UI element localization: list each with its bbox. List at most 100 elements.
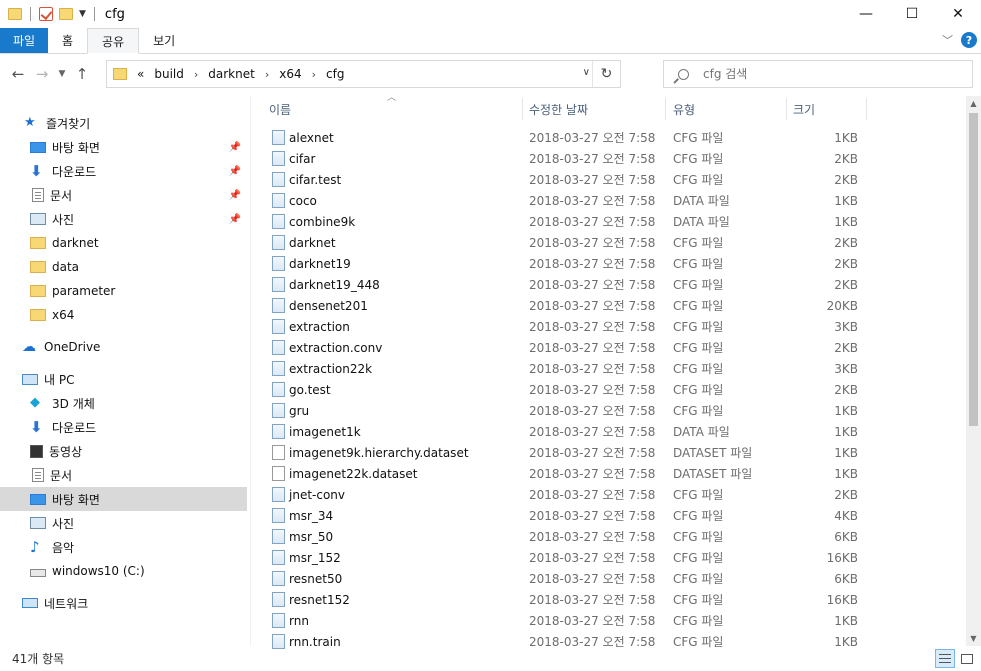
column-header-name[interactable]: 이름 xyxy=(269,96,291,122)
column-separator[interactable] xyxy=(522,98,523,120)
file-row[interactable]: jnet-conv 2018-03-27 오전 7:58 CFG 파일 2KB xyxy=(262,484,962,505)
file-row[interactable]: alexnet 2018-03-27 오전 7:58 CFG 파일 1KB xyxy=(262,127,962,148)
column-header-modified[interactable]: 수정한 날짜 xyxy=(529,96,588,122)
nav-item-downloads[interactable]: ⬇ 다운로드 xyxy=(0,415,247,439)
tab-share[interactable]: 공유 xyxy=(87,28,140,54)
vertical-scrollbar[interactable]: ▲ ▼ xyxy=(966,96,981,646)
scrollbar-thumb[interactable] xyxy=(969,113,978,426)
nav-item-drive-c[interactable]: windows10 (C:) xyxy=(0,559,247,583)
file-row[interactable]: combine9k 2018-03-27 오전 7:58 DATA 파일 1KB xyxy=(262,211,962,232)
nav-item-documents[interactable]: 문서 xyxy=(0,463,247,487)
file-row[interactable]: msr_34 2018-03-27 오전 7:58 CFG 파일 4KB xyxy=(262,505,962,526)
nav-network[interactable]: 네트워크 xyxy=(0,591,247,615)
file-row[interactable]: cifar.test 2018-03-27 오전 7:58 CFG 파일 2KB xyxy=(262,169,962,190)
up-arrow-icon[interactable]: ↑ xyxy=(70,62,94,86)
pin-icon[interactable]: 📌 xyxy=(229,214,241,225)
nav-item-parameter[interactable]: parameter xyxy=(0,279,247,303)
new-folder-icon[interactable] xyxy=(59,8,73,20)
tab-home[interactable]: 홈 xyxy=(48,28,87,53)
nav-quick-access[interactable]: ★ 즐겨찾기 xyxy=(0,111,247,135)
customize-toolbar-dropdown-icon[interactable]: ▼ xyxy=(79,9,86,19)
chevron-right-icon[interactable]: › xyxy=(265,68,269,81)
file-row[interactable]: darknet 2018-03-27 오전 7:58 CFG 파일 2KB xyxy=(262,232,962,253)
breadcrumb-darknet[interactable]: darknet xyxy=(208,67,255,81)
folder-icon[interactable] xyxy=(8,8,22,20)
pin-icon[interactable]: 📌 xyxy=(229,142,241,153)
desktop-icon xyxy=(30,141,46,153)
file-row[interactable]: msr_152 2018-03-27 오전 7:58 CFG 파일 16KB xyxy=(262,547,962,568)
minimize-button[interactable]: — xyxy=(843,0,889,28)
file-row[interactable]: extraction22k 2018-03-27 오전 7:58 CFG 파일 3KB xyxy=(262,358,962,379)
folder-icon xyxy=(30,237,46,249)
cfg-file-icon xyxy=(272,487,285,502)
nav-item-documents-quick[interactable]: 문서 📌 xyxy=(0,183,247,207)
file-row[interactable]: coco 2018-03-27 오전 7:58 DATA 파일 1KB xyxy=(262,190,962,211)
nav-onedrive[interactable]: ☁ OneDrive xyxy=(0,335,247,359)
nav-item-pictures[interactable]: 사진 xyxy=(0,511,247,535)
tab-file[interactable]: 파일 xyxy=(0,28,48,53)
help-icon[interactable]: ? xyxy=(961,32,977,48)
chevron-right-icon[interactable]: › xyxy=(312,68,316,81)
chevron-right-icon[interactable]: › xyxy=(194,68,198,81)
address-dropdown-icon[interactable]: ∨ xyxy=(583,67,590,78)
file-row[interactable]: imagenet22k.dataset 2018-03-27 오전 7:58 DAT… xyxy=(262,463,962,484)
details-view-button[interactable] xyxy=(935,649,955,668)
column-separator[interactable] xyxy=(786,98,787,120)
file-row[interactable]: resnet152 2018-03-27 오전 7:58 CFG 파일 16KB xyxy=(262,589,962,610)
tab-view[interactable]: 보기 xyxy=(139,28,189,53)
breadcrumb-overflow[interactable]: « xyxy=(137,67,144,81)
file-row[interactable]: imagenet9k.hierarchy.dataset 2018-03-27 오… xyxy=(262,442,962,463)
file-row[interactable]: cifar 2018-03-27 오전 7:58 CFG 파일 2KB xyxy=(262,148,962,169)
file-row[interactable]: go.test 2018-03-27 오전 7:58 CFG 파일 2KB xyxy=(262,379,962,400)
nav-item-downloads-quick[interactable]: ⬇ 다운로드 📌 xyxy=(0,159,247,183)
file-modified: 2018-03-27 오전 7:58 xyxy=(529,173,656,187)
scroll-down-arrow-icon[interactable]: ▼ xyxy=(966,631,981,646)
file-type: DATA 파일 xyxy=(673,215,730,229)
nav-item-pictures-quick[interactable]: 사진 📌 xyxy=(0,207,247,231)
nav-this-pc[interactable]: 내 PC xyxy=(0,367,247,391)
column-header-size[interactable]: 크기 xyxy=(793,96,815,122)
properties-icon[interactable] xyxy=(39,7,53,21)
column-header-type[interactable]: 유형 xyxy=(673,96,695,122)
breadcrumb-cfg[interactable]: cfg xyxy=(326,67,344,81)
address-bar[interactable]: « build › darknet › x64 › cfg ∨ ↻ xyxy=(106,60,621,88)
nav-item-videos[interactable]: 동영상 xyxy=(0,439,247,463)
close-button[interactable]: ✕ xyxy=(935,0,981,28)
file-row[interactable]: msr_50 2018-03-27 오전 7:58 CFG 파일 6KB xyxy=(262,526,962,547)
file-row[interactable]: imagenet1k 2018-03-27 오전 7:58 DATA 파일 1KB xyxy=(262,421,962,442)
large-icons-view-button[interactable] xyxy=(957,649,977,668)
column-separator[interactable] xyxy=(866,98,867,120)
chevron-down-icon[interactable]: ﹀ xyxy=(942,32,953,48)
nav-item-desktop[interactable]: 바탕 화면 xyxy=(0,487,247,511)
scroll-up-arrow-icon[interactable]: ▲ xyxy=(966,96,981,111)
file-row[interactable]: resnet50 2018-03-27 오전 7:58 CFG 파일 6KB xyxy=(262,568,962,589)
column-separator[interactable] xyxy=(665,98,666,120)
file-name: go.test xyxy=(289,382,331,397)
file-row[interactable]: extraction 2018-03-27 오전 7:58 CFG 파일 3KB xyxy=(262,316,962,337)
breadcrumb-x64[interactable]: x64 xyxy=(279,67,301,81)
search-input[interactable] xyxy=(703,67,943,81)
file-row[interactable]: darknet19 2018-03-27 오전 7:58 CFG 파일 2KB xyxy=(262,253,962,274)
pin-icon[interactable]: 📌 xyxy=(229,190,241,201)
refresh-icon[interactable]: ↻ xyxy=(592,61,620,87)
navigation-pane: ★ 즐겨찾기 바탕 화면 📌 ⬇ 다운로드 📌 문서 📌 사진 📌 darkne… xyxy=(0,96,250,646)
maximize-button[interactable]: ☐ xyxy=(889,0,935,28)
file-row[interactable]: extraction.conv 2018-03-27 오전 7:58 CFG 파일 2… xyxy=(262,337,962,358)
file-row[interactable]: densenet201 2018-03-27 오전 7:58 CFG 파일 20KB xyxy=(262,295,962,316)
nav-item-darknet[interactable]: darknet xyxy=(0,231,247,255)
file-row[interactable]: gru 2018-03-27 오전 7:58 CFG 파일 1KB xyxy=(262,400,962,421)
nav-item-music[interactable]: ♪ 음악 xyxy=(0,535,247,559)
pane-divider[interactable] xyxy=(250,96,251,646)
forward-arrow-icon[interactable]: → xyxy=(30,62,54,86)
pin-icon[interactable]: 📌 xyxy=(229,166,241,177)
file-row[interactable]: rnn 2018-03-27 오전 7:58 CFG 파일 1KB xyxy=(262,610,962,631)
back-arrow-icon[interactable]: ← xyxy=(6,62,30,86)
file-row[interactable]: darknet19_448 2018-03-27 오전 7:58 CFG 파일 2KB xyxy=(262,274,962,295)
nav-item-desktop-quick[interactable]: 바탕 화면 📌 xyxy=(0,135,247,159)
breadcrumb-build[interactable]: build xyxy=(154,67,184,81)
nav-item-3d-objects[interactable]: ◆ 3D 개체 xyxy=(0,391,247,415)
nav-item-x64[interactable]: x64 xyxy=(0,303,247,327)
recent-locations-chevron-icon[interactable]: ▼ xyxy=(54,62,70,86)
search-box[interactable] xyxy=(663,60,973,88)
nav-item-data[interactable]: data xyxy=(0,255,247,279)
